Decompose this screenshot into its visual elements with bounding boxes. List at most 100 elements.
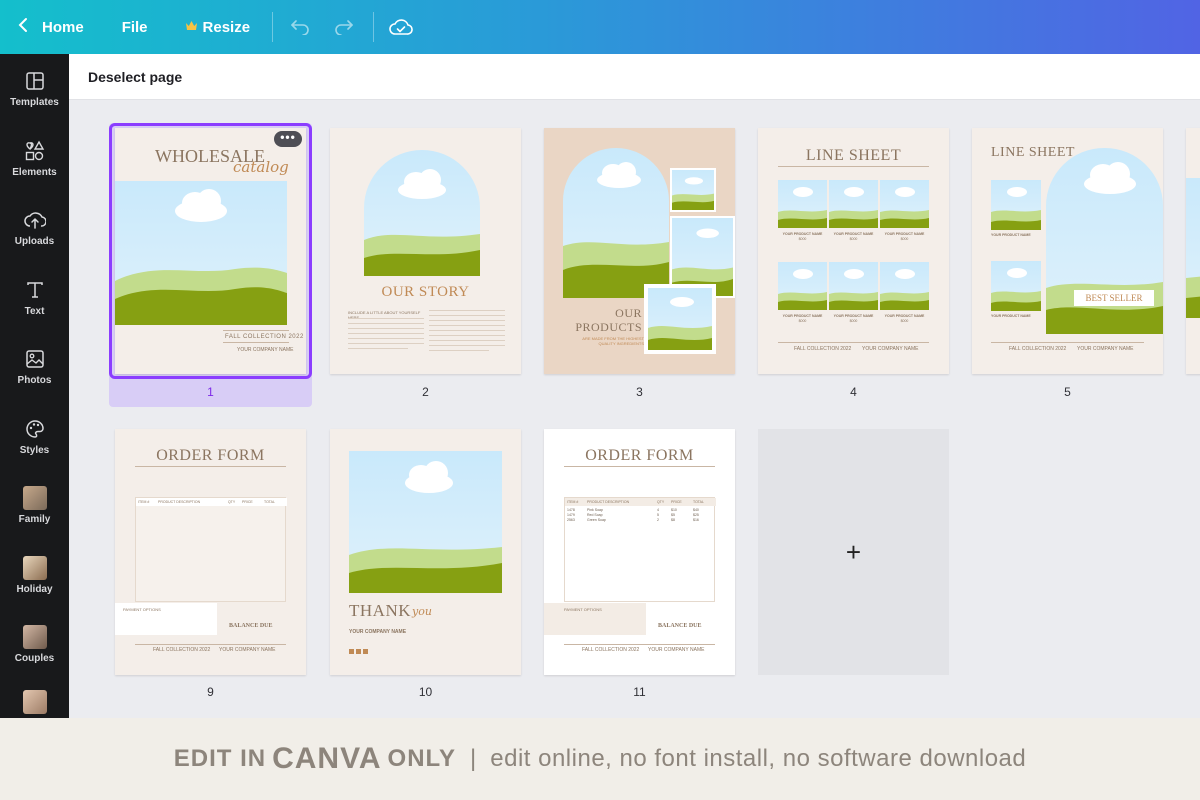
sidebar-item-label: Uploads — [14, 236, 55, 248]
facebook-icon — [356, 649, 361, 654]
column-header-total: TOTAL — [264, 500, 275, 504]
page-thumbnail-3[interactable]: OUR PRODUCTS ARE MADE FROM THE HIGHEST Q… — [544, 128, 735, 374]
sidebar-item-more[interactable] — [0, 680, 69, 719]
page-selection-border — [109, 123, 312, 379]
page-footer-company: YOUR COMPANY NAME — [1077, 346, 1134, 352]
home-button[interactable]: Home — [18, 0, 84, 54]
product-name: YOUR PRODUCT NAME — [833, 314, 874, 318]
page-tagline: QUALITY INGREDIENTS — [598, 341, 645, 346]
payment-options-label: PAYMENT OPTIONS — [123, 607, 161, 612]
sidebar-item-family[interactable]: Family — [0, 471, 69, 541]
page-footer-company: YOUR COMPANY NAME — [219, 647, 276, 653]
arch-landscape-image — [1046, 148, 1163, 334]
page-thumbnail-4[interactable]: LINE SHEET YOUR PRODUCT NAME $000 YOUR PRO… — [758, 128, 949, 374]
page-number: 9 — [207, 685, 214, 699]
top-bar: Home File Resize — [0, 0, 1200, 54]
sidebar-item-uploads[interactable]: Uploads — [0, 193, 69, 263]
column-header-description: PRODUCT DESCRIPTION — [587, 500, 630, 504]
product-image — [829, 262, 878, 310]
sidebar-item-elements[interactable]: Elements — [0, 124, 69, 194]
product-name: YOUR PRODUCT NAME — [833, 232, 874, 236]
product-image — [778, 262, 827, 310]
sidebar-item-templates[interactable]: Templates — [0, 54, 69, 124]
divider-line — [135, 644, 286, 645]
landscape-image — [349, 451, 502, 593]
page-thumbnail-10[interactable]: THANK you YOUR COMPANY NAME — [330, 429, 521, 675]
payment-options-label: PAYMENT OPTIONS — [564, 607, 602, 612]
product-price: $000 — [849, 319, 858, 323]
table-row: 2563 Green Soap 2 $8 $16 — [565, 518, 716, 522]
text-line — [429, 330, 505, 331]
divider-line — [991, 342, 1144, 343]
page-footer-company: YOUR COMPANY NAME — [862, 346, 919, 352]
cell-total: $40 — [693, 508, 699, 512]
product-image — [991, 180, 1041, 230]
elements-icon — [23, 139, 47, 163]
resize-button[interactable]: Resize — [185, 0, 250, 54]
sidebar-item-label: Photos — [17, 375, 52, 387]
page-thumbnail-5[interactable]: LINE SHEET BEST SELLER YOUR PRODUCT NAME… — [972, 128, 1163, 374]
cell-total: $16 — [693, 518, 699, 522]
product-price: $000 — [849, 237, 858, 241]
product-price: $000 — [900, 237, 909, 241]
home-label: Home — [42, 18, 84, 36]
toolbar-divider — [373, 12, 375, 42]
table-row: 1478 Pink Soap 4 $10 $40 — [565, 508, 716, 512]
plus-icon: + — [845, 536, 862, 567]
cell-description: Green Soap — [587, 518, 606, 522]
column-header-qty: QTY — [228, 500, 236, 504]
payment-options-box: PAYMENT OPTIONS — [115, 603, 217, 635]
promo-banner: EDIT IN CANVA ONLY | edit online, no fon… — [0, 718, 1200, 800]
page-toolbar: Deselect page — [69, 54, 1200, 100]
text-line — [348, 328, 424, 329]
sidebar-item-styles[interactable]: Styles — [0, 402, 69, 472]
page-number: 2 — [422, 385, 429, 399]
page-number: 4 — [850, 385, 857, 399]
sidebar-item-photos[interactable]: Photos — [0, 332, 69, 402]
undo-button[interactable] — [285, 12, 315, 42]
cell-description: Pink Soap — [587, 508, 603, 512]
company-name: YOUR COMPANY NAME — [349, 629, 407, 635]
text-line — [348, 338, 424, 339]
banner-separator: | — [470, 745, 477, 772]
column-header-item: ITEM # — [567, 500, 579, 504]
page-thumbnail-11[interactable]: ORDER FORM ITEM # PRODUCT DESCRIPTION QT… — [544, 429, 735, 675]
table-header: ITEM # PRODUCT DESCRIPTION QTY PRICE TOT… — [136, 498, 287, 506]
redo-button[interactable] — [329, 12, 359, 42]
page-thumbnail-6[interactable] — [1186, 128, 1200, 374]
chevron-left-icon — [18, 17, 28, 38]
sidebar-item-label: Styles — [19, 444, 50, 456]
text-line — [348, 323, 424, 324]
text-line — [429, 315, 505, 316]
file-label: File — [121, 18, 148, 36]
page-thumbnail-9[interactable]: ORDER FORM ITEM # PRODUCT DESCRIPTION QT… — [115, 429, 306, 675]
page-title: ORDER FORM — [156, 447, 265, 464]
table-row: 1479 Red Soap 5 $5 $25 — [565, 513, 716, 517]
sidebar-item-label: Elements — [12, 166, 57, 178]
product-name: YOUR PRODUCT NAME — [884, 232, 925, 236]
uploads-icon — [23, 208, 47, 232]
page-script-text: you — [412, 605, 432, 618]
sidebar-item-text[interactable]: Text — [0, 263, 69, 333]
text-line — [429, 350, 489, 351]
cloud-saved-button[interactable] — [386, 12, 416, 42]
text-line — [348, 333, 424, 334]
file-menu-button[interactable]: File — [122, 0, 148, 54]
more-thumbnail — [22, 689, 47, 714]
page-thumbnail-2[interactable]: OUR STORY INCLUDE A LITTLE ABOUT YOURSEL… — [330, 128, 521, 374]
column-header-price: PRICE — [671, 500, 682, 504]
framed-landscape-image — [644, 284, 716, 354]
sidebar-item-couples[interactable]: Couples — [0, 610, 69, 680]
balance-due-label: BALANCE DUE — [658, 623, 702, 629]
text-line — [429, 325, 505, 326]
undo-icon — [291, 20, 309, 35]
add-page-button[interactable]: + — [758, 429, 949, 675]
page-footer-collection: FALL COLLECTION 2022 — [794, 346, 852, 352]
page-more-options-button[interactable]: ••• — [274, 131, 302, 147]
text-line — [348, 348, 408, 349]
deselect-page-button[interactable]: Deselect page — [88, 69, 182, 85]
sidebar-item-label: Holiday — [16, 583, 53, 595]
photos-icon — [23, 347, 47, 371]
redo-icon — [335, 20, 353, 35]
sidebar-item-holiday[interactable]: Holiday — [0, 541, 69, 611]
